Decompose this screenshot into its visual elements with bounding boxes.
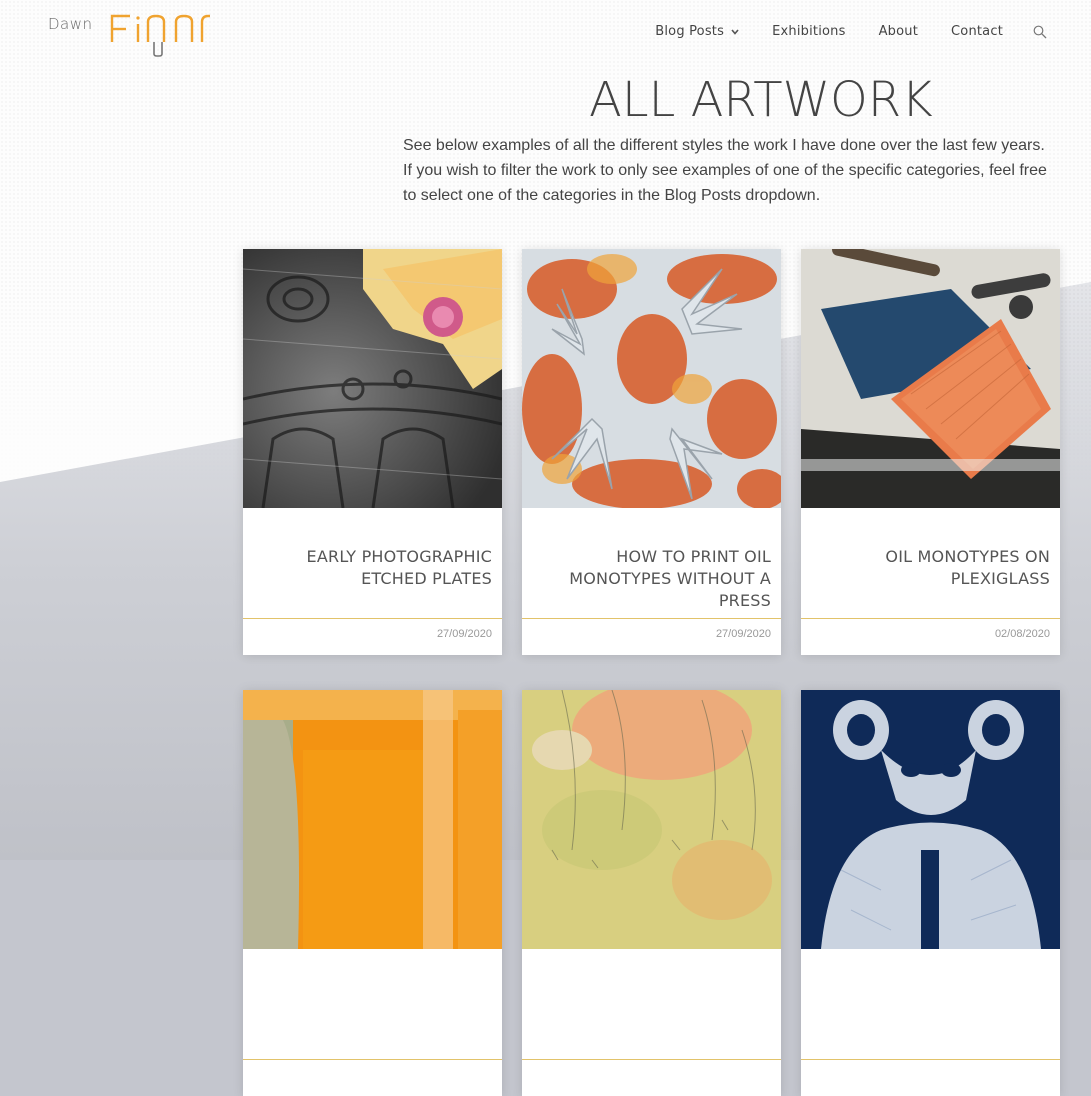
- post-date: [522, 1060, 781, 1069]
- post-title-area: OIL MONOTYPES ON PLEXIGLASS: [801, 508, 1060, 619]
- post-title[interactable]: OIL MONOTYPES ON PLEXIGLASS: [811, 546, 1050, 590]
- nav-label: Blog Posts: [655, 24, 725, 39]
- post-date: 02/08/2020: [994, 628, 1050, 640]
- post-thumbnail[interactable]: [801, 249, 1060, 508]
- post-date: [243, 1060, 502, 1069]
- post-card[interactable]: OIL MONOTYPES ON PLEXIGLASS 02/08/2020: [801, 249, 1060, 655]
- post-card[interactable]: [522, 690, 781, 1096]
- nav-item-blog-posts[interactable]: Blog Posts: [655, 24, 739, 39]
- nav-item-about[interactable]: About: [879, 24, 918, 39]
- post-thumbnail[interactable]: [801, 690, 1060, 949]
- nav-label: Exhibitions: [772, 24, 846, 39]
- search-icon: [1033, 25, 1047, 38]
- post-title-area: [522, 949, 781, 1060]
- post-title-area: EARLY PHOTOGRAPHIC ETCHED PLATES: [243, 508, 502, 619]
- search-button[interactable]: [1033, 25, 1047, 39]
- logo-finn-mark: [110, 14, 210, 57]
- post-date: 27/09/2020: [436, 628, 492, 640]
- chevron-down-icon: [731, 28, 739, 35]
- nav-item-exhibitions[interactable]: Exhibitions: [772, 24, 846, 39]
- nav-label: Contact: [951, 24, 1003, 39]
- post-title-area: [801, 949, 1060, 1060]
- post-card[interactable]: HOW TO PRINT OIL MONOTYPES WITHOUT A PRE…: [522, 249, 781, 655]
- post-date: [801, 1060, 1060, 1069]
- post-card[interactable]: EARLY PHOTOGRAPHIC ETCHED PLATES 27/09/2…: [243, 249, 502, 655]
- page-title: ALL ARTWORK: [589, 72, 933, 128]
- logo-first-name: Dawn: [48, 15, 93, 33]
- post-date: 27/09/2020: [715, 628, 771, 640]
- post-title-area: [243, 949, 502, 1060]
- post-title[interactable]: HOW TO PRINT OIL MONOTYPES WITHOUT A PRE…: [532, 546, 771, 612]
- page-intro: See below examples of all the different …: [403, 137, 1047, 204]
- nav-label: About: [878, 24, 919, 39]
- post-thumbnail[interactable]: [243, 249, 502, 508]
- nav-item-contact[interactable]: Contact: [951, 24, 1003, 39]
- post-card[interactable]: [243, 690, 502, 1096]
- post-thumbnail[interactable]: [522, 249, 781, 508]
- post-card[interactable]: [801, 690, 1060, 1096]
- post-thumbnail[interactable]: [522, 690, 781, 949]
- post-title-area: HOW TO PRINT OIL MONOTYPES WITHOUT A PRE…: [522, 508, 781, 619]
- site-logo[interactable]: Dawn: [48, 12, 218, 58]
- post-thumbnail[interactable]: [243, 690, 502, 949]
- post-title[interactable]: EARLY PHOTOGRAPHIC ETCHED PLATES: [253, 546, 492, 590]
- main-nav: Blog Posts Exhibitions About Contact: [655, 24, 1047, 39]
